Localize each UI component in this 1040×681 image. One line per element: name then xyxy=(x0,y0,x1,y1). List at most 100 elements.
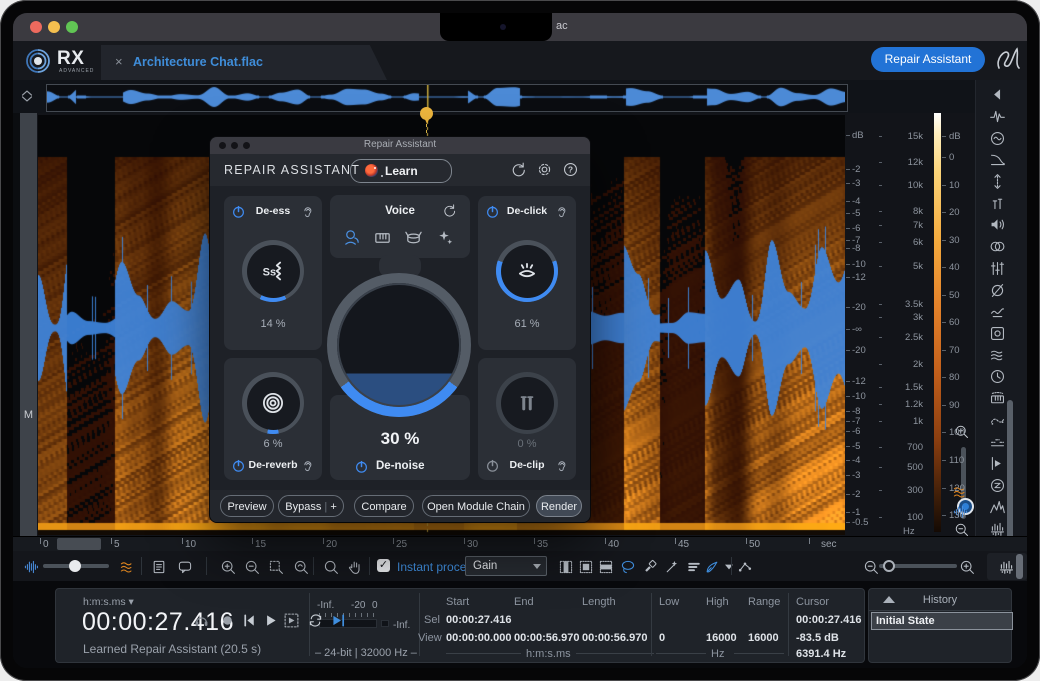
waveform-stats-icon[interactable] xyxy=(998,558,1015,576)
de-clip-icon[interactable] xyxy=(989,195,1006,213)
tab-close-icon[interactable]: × xyxy=(115,54,123,69)
gear-icon[interactable] xyxy=(536,161,553,179)
brush-icon[interactable] xyxy=(642,558,658,576)
channel-strip[interactable] xyxy=(20,113,37,536)
skip-start-icon[interactable] xyxy=(241,612,258,630)
render-button[interactable]: Render xyxy=(536,495,582,517)
signature-squiggle-icon[interactable] xyxy=(993,44,1023,79)
open-module-chain-button[interactable]: Open Module Chain xyxy=(422,495,530,517)
music-icon[interactable] xyxy=(373,228,392,247)
de-ess-knob[interactable]: Ss xyxy=(242,240,304,302)
chain-icon[interactable] xyxy=(737,558,753,576)
hand-icon[interactable] xyxy=(347,558,363,576)
de-click-icon[interactable] xyxy=(989,108,1006,126)
loudness-icon[interactable] xyxy=(989,216,1006,234)
time-format-selector[interactable]: h:m:s.ms ▾ xyxy=(83,596,134,608)
phase-icon[interactable] xyxy=(989,281,1006,299)
zoom-in-icon[interactable] xyxy=(220,558,236,576)
timeline-ruler[interactable]: sec 05101520253035404550 xyxy=(13,536,1027,552)
resample-icon[interactable] xyxy=(989,477,1006,495)
spectral-repair-icon[interactable] xyxy=(989,325,1006,343)
de-noise-power-icon[interactable] xyxy=(354,458,369,476)
zoom-sel-icon[interactable] xyxy=(268,558,284,576)
compare-button[interactable]: Compare xyxy=(354,495,414,517)
wf-icon[interactable] xyxy=(23,558,39,576)
collapse-icon[interactable] xyxy=(989,86,1006,104)
marker-icon[interactable] xyxy=(989,455,1006,473)
azimuth-icon[interactable] xyxy=(989,173,1006,191)
history-item[interactable]: Initial State xyxy=(871,612,1013,630)
playhead-time-display[interactable]: 00:00:27.416 xyxy=(82,608,234,637)
time-stretch-icon[interactable] xyxy=(989,368,1006,386)
preview-button[interactable]: Preview xyxy=(220,495,274,517)
loop-icon[interactable] xyxy=(307,612,324,630)
edit-mode-dropdown[interactable]: Gain xyxy=(465,556,547,576)
pen-icon[interactable] xyxy=(704,558,720,576)
find-icon[interactable] xyxy=(323,558,339,576)
record-icon[interactable] xyxy=(219,612,236,630)
level-meter[interactable] xyxy=(319,619,377,628)
zoom-fit-icon[interactable] xyxy=(293,558,309,576)
module-toolbar-scrollbar[interactable] xyxy=(1007,400,1013,555)
sel-all-icon[interactable] xyxy=(578,558,594,576)
zoom-in-icon[interactable] xyxy=(959,558,975,576)
playhead-marker[interactable] xyxy=(418,103,436,133)
de-bleed-icon[interactable] xyxy=(989,412,1006,430)
dither-icon[interactable] xyxy=(989,238,1006,256)
collapse-overview-icon[interactable] xyxy=(18,87,36,105)
reset-icon[interactable] xyxy=(510,161,527,179)
sparkles-icon[interactable] xyxy=(435,228,454,247)
zoom-out-icon[interactable] xyxy=(863,558,879,576)
h-zoom-thumb[interactable] xyxy=(883,560,895,572)
bypass-plus[interactable]: + xyxy=(330,501,336,513)
fade-icon[interactable] xyxy=(989,151,1006,169)
de-hum-icon[interactable] xyxy=(989,129,1006,147)
play-sel-icon[interactable] xyxy=(283,612,300,630)
headphones-icon[interactable] xyxy=(193,612,210,630)
de-noise-knob[interactable] xyxy=(327,273,471,417)
voice-icon[interactable] xyxy=(342,228,361,247)
music-rebalance-icon[interactable] xyxy=(989,390,1006,408)
spectrum-icon[interactable] xyxy=(989,498,1006,516)
overview-waveform-canvas[interactable] xyxy=(47,85,845,109)
bypass-button[interactable]: Bypass | + xyxy=(278,495,344,517)
dialog-titlebar[interactable]: Repair Assistant xyxy=(210,137,590,154)
de-click-knob[interactable] xyxy=(496,240,558,302)
zoom-window-button[interactable] xyxy=(66,21,78,33)
instant-process-checkbox[interactable]: ✓ xyxy=(377,559,390,572)
de-reverb-icon[interactable] xyxy=(989,346,1006,364)
levels-icon[interactable] xyxy=(686,558,702,576)
eq-match-icon[interactable] xyxy=(989,260,1006,278)
learn-button[interactable]: Learn xyxy=(350,159,452,183)
de-clip-knob[interactable] xyxy=(496,372,558,434)
spectro-icon[interactable] xyxy=(119,558,135,576)
file-tab[interactable]: × Architecture Chat.flac xyxy=(101,45,387,80)
de-crackle-icon[interactable] xyxy=(989,303,1006,321)
v-scrollbar[interactable] xyxy=(1016,554,1023,579)
sel-time-icon[interactable] xyxy=(558,558,574,576)
clip-indicator[interactable] xyxy=(381,620,389,627)
close-window-button[interactable] xyxy=(30,21,42,33)
play-icon[interactable] xyxy=(262,612,279,630)
lasso-icon[interactable] xyxy=(620,558,636,576)
voice-reset-icon[interactable] xyxy=(442,202,457,220)
waveform-zoom-thumb[interactable] xyxy=(69,560,81,572)
de-reverb-knob[interactable] xyxy=(242,372,304,434)
minimize-window-button[interactable] xyxy=(48,21,60,33)
cursor-time: 00:00:27.416 xyxy=(796,614,861,626)
sel-freq-icon[interactable] xyxy=(598,558,614,576)
notes-icon[interactable] xyxy=(151,558,167,576)
drums-icon[interactable] xyxy=(404,228,423,247)
wand-icon[interactable] xyxy=(664,558,680,576)
leveler-icon[interactable] xyxy=(989,433,1006,451)
repair-assistant-button[interactable]: Repair Assistant xyxy=(871,47,985,72)
timeline-unit: sec xyxy=(821,539,837,550)
zoom-out-icon[interactable] xyxy=(244,558,260,576)
comment-icon[interactable] xyxy=(177,558,193,576)
goto-end-icon[interactable] xyxy=(330,612,347,630)
scale-tick xyxy=(879,185,882,186)
help-icon[interactable]: ? xyxy=(562,161,579,179)
overview-waveform-box[interactable] xyxy=(46,84,848,112)
spectrogram-colorbar[interactable] xyxy=(934,113,941,532)
caret-icon[interactable] xyxy=(721,558,737,576)
